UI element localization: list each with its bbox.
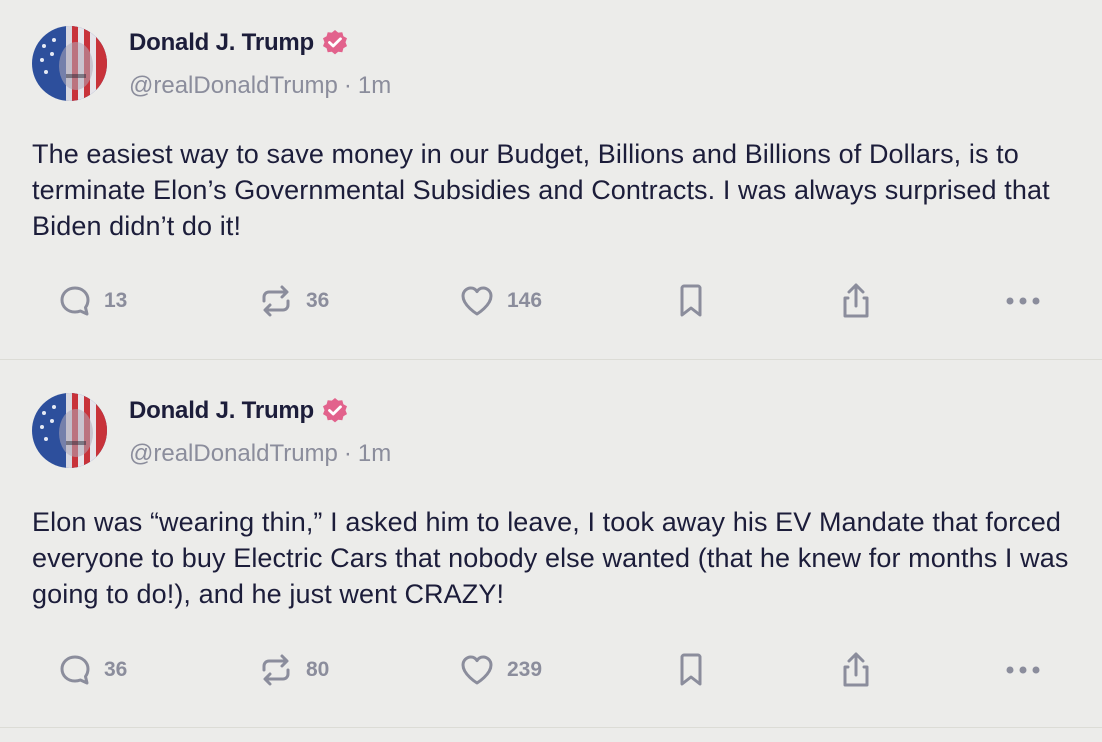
- post[interactable]: Donald J. Trump @realDonaldTrump · 1m El…: [0, 360, 1102, 728]
- more-options-button[interactable]: [1004, 650, 1042, 690]
- share-icon: [838, 281, 874, 321]
- retruth-count: 36: [306, 289, 330, 312]
- speech-bubble-icon: [58, 653, 92, 687]
- repost-arrows-icon: [258, 283, 294, 319]
- handle-row: @realDonaldTrump · 1m: [129, 440, 391, 468]
- like-count: 146: [507, 289, 543, 312]
- retruth-count: 80: [306, 658, 330, 681]
- retruth-button[interactable]: 36: [258, 281, 329, 321]
- share-button[interactable]: [838, 281, 874, 321]
- author-handle[interactable]: @realDonaldTrump: [129, 440, 338, 468]
- handle-row: @realDonaldTrump · 1m: [129, 72, 391, 100]
- retruth-button[interactable]: 80: [258, 650, 329, 690]
- separator-dot: ·: [343, 440, 352, 467]
- separator-dot: ·: [343, 72, 352, 99]
- post-actions: 13 36 146: [0, 281, 1102, 321]
- reply-count: 36: [104, 658, 128, 681]
- verified-badge-icon: [320, 396, 350, 426]
- timeline-feed: Donald J. Trump @realDonaldTrump · 1m Th…: [0, 0, 1102, 742]
- author-row: Donald J. Trump: [129, 396, 350, 426]
- repost-arrows-icon: [258, 652, 294, 688]
- more-options-button[interactable]: [1004, 281, 1042, 321]
- post-timestamp[interactable]: 1m: [358, 72, 391, 100]
- reply-count: 13: [104, 289, 128, 312]
- speech-bubble-icon: [58, 284, 92, 318]
- verified-badge-icon: [320, 28, 350, 58]
- bookmark-icon: [677, 652, 705, 688]
- heart-icon: [459, 653, 495, 687]
- post-text: The easiest way to save money in our Bud…: [32, 139, 1050, 241]
- like-button[interactable]: 239: [459, 650, 542, 690]
- like-count: 239: [507, 658, 543, 681]
- more-dots-icon: [1004, 664, 1042, 676]
- reply-button[interactable]: 13: [58, 281, 127, 321]
- display-name[interactable]: Donald J. Trump: [129, 397, 314, 425]
- author-row: Donald J. Trump: [129, 28, 350, 58]
- avatar[interactable]: [32, 26, 107, 101]
- display-name[interactable]: Donald J. Trump: [129, 29, 314, 57]
- bookmark-button[interactable]: [677, 650, 705, 690]
- bookmark-button[interactable]: [677, 281, 705, 321]
- post-text: Elon was “wearing thin,” I asked him to …: [32, 507, 1069, 609]
- like-button[interactable]: 146: [459, 281, 542, 321]
- heart-icon: [459, 284, 495, 318]
- avatar[interactable]: [32, 393, 107, 468]
- share-button[interactable]: [838, 650, 874, 690]
- reply-button[interactable]: 36: [58, 650, 127, 690]
- post-timestamp[interactable]: 1m: [358, 440, 391, 468]
- post[interactable]: Donald J. Trump @realDonaldTrump · 1m Th…: [0, 0, 1102, 360]
- post-actions: 36 80 239: [0, 650, 1102, 690]
- share-icon: [838, 650, 874, 690]
- bookmark-icon: [677, 283, 705, 319]
- author-handle[interactable]: @realDonaldTrump: [129, 72, 338, 100]
- more-dots-icon: [1004, 295, 1042, 307]
